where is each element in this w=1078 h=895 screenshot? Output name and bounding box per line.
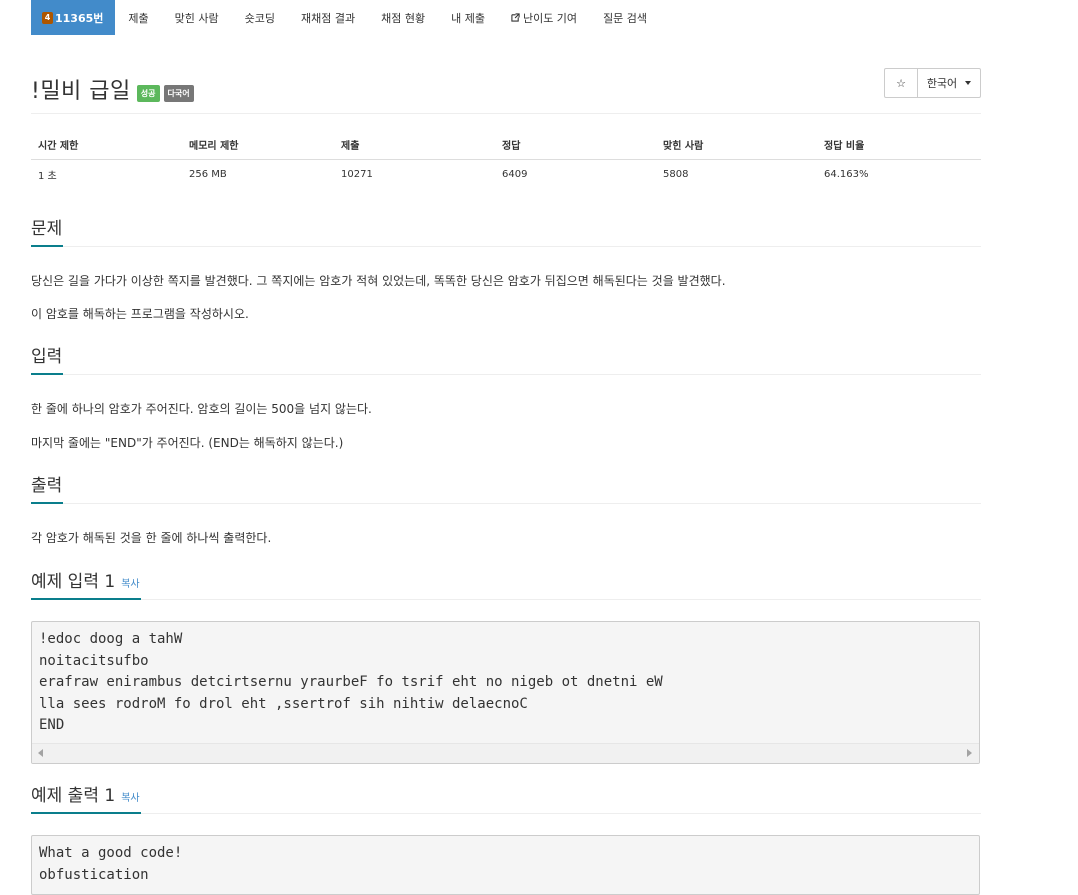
sample-input-line: erafraw enirambus detcirtsernu yraurbeF … [39,674,663,690]
bronze-tier-icon: 4 [42,11,53,24]
accepted-value: 6409 [502,169,528,180]
problem-nav: 4 11365번 제출 맞힌 사람 숏코딩 재채점 결과 채점 현황 내 제출 … [31,0,981,35]
header-submissions: 제출 [334,130,495,160]
nav-problem-number[interactable]: 4 11365번 [31,0,116,35]
input-heading: 입력 [31,344,981,375]
nav-solved-users[interactable]: 맞힌 사람 [162,0,232,35]
sample-output-section: 예제 출력 1 복사 [31,783,981,814]
header-time-limit: 시간 제한 [31,130,182,160]
multilang-badge: 다국어 [163,84,194,102]
input-title: 입력 [31,342,64,375]
star-icon: ☆ [896,76,906,90]
success-badge: 성공 [136,84,160,102]
sample-input-line: END [39,717,65,733]
favorite-button[interactable]: ☆ [885,69,918,97]
sample-input-copy-button[interactable]: 복사 [121,579,139,590]
language-dropdown[interactable]: 한국어 [918,69,980,97]
scroll-right-arrow-icon[interactable] [967,749,972,757]
sample-input-heading: 예제 입력 1 복사 [31,569,981,600]
memory-limit-value: 256 MB [189,169,227,180]
accept-ratio-value: 64.163% [824,169,869,180]
description-heading: 문제 [31,216,981,247]
caret-down-icon [965,81,972,85]
sample-output-line: What a good code! [39,845,183,861]
external-link-icon [511,13,520,22]
sample-output-heading: 예제 출력 1 복사 [31,783,981,814]
output-title: 출력 [31,471,64,504]
nav-short-coding[interactable]: 숏코딩 [232,0,288,35]
header-solved-users: 맞힌 사람 [656,130,817,160]
horizontal-scrollbar[interactable] [32,743,979,763]
nav-my-submissions[interactable]: 내 제출 [438,0,498,35]
description-section: 문제 [31,216,981,247]
solved-users-value: 5808 [663,169,689,180]
output-heading: 출력 [31,473,981,504]
description-title: 문제 [31,214,64,247]
sample-output-title: 예제 출력 1 [31,786,116,806]
submissions-value: 10271 [341,169,373,180]
sample-input-title: 예제 입력 1 [31,572,116,592]
sample-input-line: lla sees rodroM fo drol eht ,ssertrof si… [39,695,528,712]
time-limit-value: 1 초 [38,171,57,182]
input-paragraph-1: 한 줄에 하나의 암호가 주어진다. 암호의 길이는 500을 넘지 않는다. [31,402,372,416]
input-section: 입력 [31,344,981,375]
sample-input-box[interactable]: !edoc doog a tahW noitacitsufbo erafraw en… [31,621,980,764]
output-section: 출력 [31,473,981,504]
problem-actions: ☆ 한국어 [884,68,981,98]
problem-title: !밀비 급일 [31,79,131,104]
nav-question-search[interactable]: 질문 검색 [590,0,660,35]
description-paragraph-1: 당신은 길을 가다가 이상한 쪽지를 발견했다. 그 쪽지에는 암호가 적혀 있… [31,274,726,288]
problem-info-table: 시간 제한 메모리 제한 제출 정답 맞힌 사람 정답 비율 1 초 256 M… [31,130,981,189]
sample-input-title-group: 예제 입력 1 복사 [31,567,141,600]
sample-output-line: obfustication [39,866,149,883]
input-paragraph-2: 마지막 줄에는 "END"가 주어진다. (END는 해독하지 않는다.) [31,436,344,450]
description-paragraph-2: 이 암호를 해독하는 프로그램을 작성하시오. [31,307,249,321]
sample-output-title-group: 예제 출력 1 복사 [31,781,141,814]
language-label: 한국어 [926,77,958,90]
nav-submit[interactable]: 제출 [115,0,161,35]
output-paragraph-1: 각 암호가 해독된 것을 한 줄에 하나씩 출력한다. [31,531,272,545]
sample-input-line: noitacitsufbo [39,652,149,669]
scroll-left-arrow-icon[interactable] [38,749,43,757]
problem-header: !밀비 급일 성공 다국어 [31,35,981,114]
nav-problem-number-label: 11365번 [55,11,104,25]
sample-input-section: 예제 입력 1 복사 [31,569,981,600]
nav-difficulty-contribution[interactable]: 난이도 기여 [498,0,590,35]
info-value-row: 1 초 256 MB 10271 6409 5808 64.163% [31,160,981,190]
sample-input-line: !edoc doog a tahW [39,631,183,647]
header-accept-ratio: 정답 비율 [817,130,981,160]
info-header-row: 시간 제한 메모리 제한 제출 정답 맞힌 사람 정답 비율 [31,130,981,160]
header-accepted: 정답 [495,130,656,160]
problem-title-group: !밀비 급일 성공 다국어 [31,73,194,105]
nav-status[interactable]: 채점 현황 [368,0,438,35]
sample-output-copy-button[interactable]: 복사 [121,793,139,804]
nav-rejudge-results[interactable]: 재채점 결과 [288,0,368,35]
nav-difficulty-label: 난이도 기여 [522,11,578,25]
header-memory-limit: 메모리 제한 [182,130,334,160]
sample-output-box[interactable]: What a good code! obfustication [31,835,980,895]
